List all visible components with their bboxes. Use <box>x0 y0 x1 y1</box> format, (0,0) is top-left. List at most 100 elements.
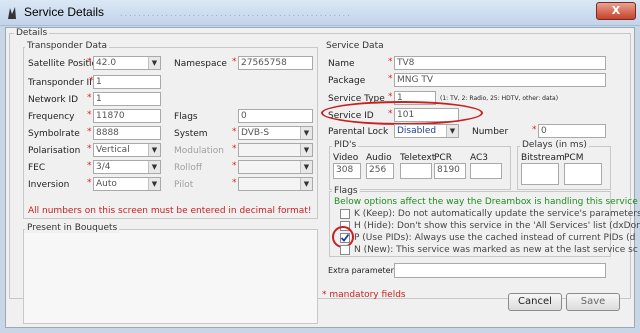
audio-pid-input[interactable]: 256 <box>366 163 394 179</box>
teletext-label: Teletext <box>400 153 436 163</box>
system-value: DVB-S <box>241 128 270 138</box>
chevron-down-icon: ▼ <box>148 161 160 173</box>
pcr-pid-input[interactable]: 8190 <box>434 163 466 179</box>
required-star: * <box>87 161 92 171</box>
decimal-format-note: All numbers on this screen must be enter… <box>28 206 312 216</box>
pids-group-title: PID's <box>332 140 359 150</box>
network-id-input[interactable]: 1 <box>93 92 161 106</box>
package-input[interactable]: MNG TV <box>394 73 606 87</box>
chevron-down-icon: ▼ <box>300 161 312 173</box>
teletext-pid-input[interactable] <box>400 163 432 179</box>
cancel-button[interactable]: Cancel <box>508 293 562 311</box>
close-button[interactable]: X <box>596 2 636 20</box>
annotation-circle <box>321 101 483 125</box>
network-id-label: Network ID <box>28 95 79 105</box>
package-label: Package <box>328 76 366 86</box>
chevron-down-icon: ▼ <box>446 125 458 137</box>
video-label: Video <box>333 153 359 163</box>
symbolrate-input[interactable]: 8888 <box>93 126 161 140</box>
system-select[interactable]: DVB-S ▼ <box>238 126 313 140</box>
frequency-input[interactable]: 11870 <box>93 109 161 123</box>
video-pid-input[interactable]: 308 <box>333 163 361 179</box>
polarisation-select[interactable]: Vertical ▼ <box>93 143 161 157</box>
flag-keep-label: K (Keep): Do not automatically update th… <box>354 209 640 219</box>
ac3-pid-input[interactable] <box>470 163 502 179</box>
number-label: Number <box>472 127 509 137</box>
flag-usepids-label: P (Use PIDs): Always use the cached inst… <box>354 233 636 243</box>
pcm-delay-input[interactable] <box>564 163 602 185</box>
required-star: * <box>232 144 237 154</box>
fec-label: FEC <box>28 163 46 173</box>
bouquets-group-title: Present in Bouquets <box>25 223 120 233</box>
required-star: * <box>532 125 537 135</box>
name-label: Name <box>328 59 355 69</box>
parental-lock-select[interactable]: Disabled ▼ <box>394 124 459 138</box>
bitstream-delay-input[interactable] <box>521 163 559 185</box>
flags-field-label: Flags <box>174 112 198 122</box>
inversion-label: Inversion <box>28 180 70 190</box>
parental-lock-value: Disabled <box>397 126 437 136</box>
fec-value: 3/4 <box>96 162 111 172</box>
ac3-label: AC3 <box>470 153 489 163</box>
required-star: * <box>388 74 393 84</box>
satellite-value: 42.0 <box>96 58 117 68</box>
window-title: Service Details <box>24 5 105 19</box>
background-window-strip: ........................................… <box>120 9 352 18</box>
parental-lock-label: Parental Lock <box>328 127 389 137</box>
system-label: System <box>174 129 208 139</box>
chevron-down-icon: ▼ <box>148 144 160 156</box>
name-input[interactable]: TV8 <box>394 56 606 70</box>
inversion-select[interactable]: Auto ▼ <box>93 177 161 191</box>
satellite-select[interactable]: 42.0 ▼ <box>93 56 161 70</box>
flags-group-title: Flags <box>332 186 360 196</box>
title-bar: Service Details ........................… <box>0 0 640 26</box>
symbolrate-label: Symbolrate <box>28 129 80 139</box>
required-star: * <box>87 144 92 154</box>
required-star: * <box>232 57 237 67</box>
pilot-label: Pilot <box>174 180 194 190</box>
chevron-down-icon: ▼ <box>148 178 160 190</box>
polarisation-value: Vertical <box>96 145 130 155</box>
flag-hide-label: H (Hide): Don't show this service in the… <box>354 221 640 231</box>
required-star: * <box>87 110 92 120</box>
dialog-body: Details Transponder Data Satellite Posit… <box>5 27 640 328</box>
rolloff-select[interactable]: ▼ <box>238 160 313 174</box>
required-star: * <box>87 127 92 137</box>
polarisation-label: Polarisation <box>28 146 81 156</box>
required-star: * <box>87 93 92 103</box>
transponder-id-label: Transponder II <box>28 78 92 88</box>
audio-label: Audio <box>366 153 392 163</box>
namespace-input[interactable]: 27565758 <box>238 56 313 70</box>
modulation-label: Modulation <box>174 146 224 156</box>
rolloff-label: Rolloff <box>174 163 203 173</box>
chevron-down-icon: ▼ <box>300 178 312 190</box>
flag-keep-checkbox[interactable] <box>340 209 350 219</box>
mandatory-fields-note: * mandatory fields <box>322 290 406 300</box>
delays-group-title: Delays (in ms) <box>520 140 589 150</box>
fec-select[interactable]: 3/4 ▼ <box>93 160 161 174</box>
modulation-select[interactable]: ▼ <box>238 143 313 157</box>
service-data-title: Service Data <box>326 41 384 51</box>
required-star: * <box>232 127 237 137</box>
extra-parameters-input[interactable] <box>394 263 606 278</box>
number-input[interactable]: 0 <box>538 124 606 138</box>
transponder-id-input[interactable]: 1 <box>93 75 161 89</box>
pcr-label: PCR <box>434 153 452 163</box>
save-button[interactable]: Save <box>566 293 620 311</box>
flags-note: Below options affect the way the Dreambo… <box>334 197 638 207</box>
frequency-label: Frequency <box>28 112 75 122</box>
required-star: * <box>388 57 393 67</box>
chevron-down-icon: ▼ <box>300 127 312 139</box>
flags-input[interactable]: 0 <box>238 109 313 123</box>
pilot-select[interactable]: ▼ <box>238 177 313 191</box>
required-star: * <box>87 178 92 188</box>
namespace-label: Namespace <box>174 59 227 69</box>
flag-new-checkbox[interactable] <box>340 245 350 255</box>
flag-new-label: N (New): This service was marked as new … <box>354 245 638 255</box>
required-star: * <box>232 161 237 171</box>
extra-parameters-label: Extra parameters <box>328 266 399 275</box>
app-icon <box>8 7 16 19</box>
service-type-hint: (1: TV, 2: Radio, 25: HDTV, other: data) <box>440 95 559 102</box>
transponder-group-title: Transponder Data <box>25 41 110 51</box>
required-star: * <box>232 178 237 188</box>
